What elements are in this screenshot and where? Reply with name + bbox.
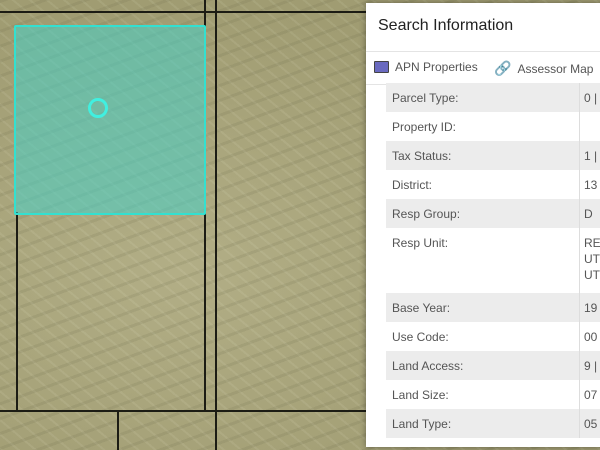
table-row: Use Code: 00	[386, 322, 600, 351]
row-label: Land Size:	[386, 380, 580, 409]
table-row: Land Type: 05	[386, 409, 600, 438]
tab-label: Assessor Map	[517, 61, 594, 76]
table-row: Resp Group: D	[386, 199, 600, 228]
table-row: Parcel Type: 0 |	[386, 83, 600, 112]
panel-title: Search Information	[378, 17, 514, 34]
parcel-line	[16, 212, 18, 412]
row-label: District:	[386, 170, 580, 199]
row-label: Resp Unit:	[386, 228, 580, 293]
row-value: 00	[584, 330, 598, 344]
panel-tabs: APN Properties 🔗 Assessor Map	[366, 51, 600, 85]
link-icon: 🔗	[494, 60, 512, 76]
row-value	[580, 111, 584, 119]
location-marker-icon[interactable]	[88, 98, 108, 118]
row-value: 9 |	[584, 359, 598, 373]
table-row: Land Access: 9 |	[386, 351, 600, 380]
row-label: Tax Status:	[386, 141, 580, 170]
row-value: D	[584, 207, 593, 221]
selected-parcel[interactable]	[14, 25, 206, 215]
table-row: Property ID:	[386, 112, 600, 141]
row-value: 07	[584, 388, 598, 402]
parcel-line	[0, 410, 366, 412]
tab-apn-properties[interactable]: APN Properties	[374, 60, 478, 74]
tab-assessor-map[interactable]: 🔗 Assessor Map	[494, 60, 593, 77]
row-label: Land Type:	[386, 409, 580, 438]
table-row: Base Year: 19	[386, 293, 600, 322]
row-label: Property ID:	[386, 112, 580, 141]
properties-table: Parcel Type: 0 | Property ID: Tax Status: 1 …	[386, 83, 600, 438]
row-value: 19	[584, 301, 598, 315]
monitor-icon	[374, 61, 389, 73]
row-value: 13	[584, 178, 598, 192]
row-value: RE UT UT	[584, 236, 600, 282]
row-value: 05	[584, 417, 598, 431]
row-value: 0 |	[584, 91, 598, 105]
table-row: Tax Status: 1 |	[386, 141, 600, 170]
row-label: Resp Group:	[386, 199, 580, 228]
row-label: Base Year:	[386, 293, 580, 322]
table-row: Land Size: 07	[386, 380, 600, 409]
row-label: Use Code:	[386, 322, 580, 351]
search-info-panel: Search Information APN Properties 🔗 Asse…	[366, 3, 600, 447]
row-label: Land Access:	[386, 351, 580, 380]
row-value: 1 |	[584, 149, 598, 163]
table-row: District: 13	[386, 170, 600, 199]
row-label: Parcel Type:	[386, 83, 580, 112]
parcel-line	[117, 410, 119, 450]
parcel-line	[0, 11, 366, 13]
table-row: Resp Unit: RE UT UT	[386, 228, 600, 293]
tab-label: APN Properties	[395, 60, 478, 74]
parcel-line	[215, 0, 217, 450]
